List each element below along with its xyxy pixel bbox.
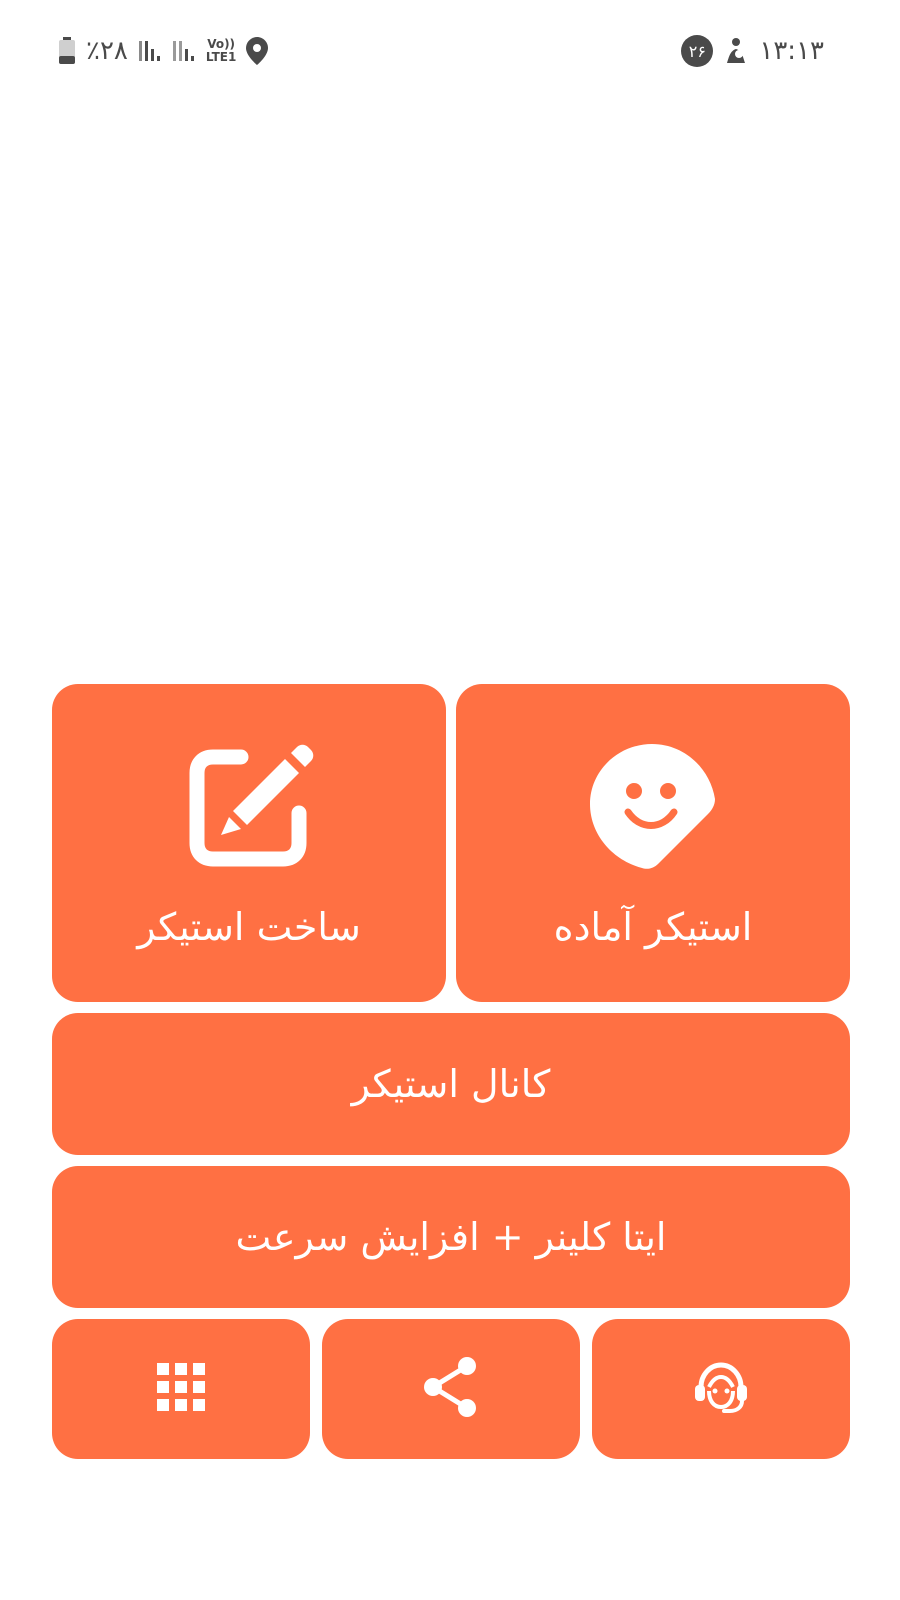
more-apps-button[interactable] <box>52 1319 310 1459</box>
location-icon <box>246 37 269 65</box>
cleaner-label: ایتا کلینر + افزایش سرعت <box>235 1215 667 1259</box>
cleaner-button[interactable]: ایتا کلینر + افزایش سرعت <box>52 1166 850 1308</box>
signal-icon-secondary <box>172 39 196 63</box>
sticker-channel-label: کانال استیکر <box>351 1062 551 1106</box>
sticker-smiley-icon <box>588 737 718 877</box>
clock: ۱۳:۱۳ <box>759 36 824 66</box>
support-button[interactable] <box>592 1319 850 1459</box>
make-sticker-label: ساخت استیکر <box>137 905 361 949</box>
battery-icon <box>58 37 76 65</box>
edit-pencil-icon <box>183 737 315 877</box>
share-button[interactable] <box>322 1319 580 1459</box>
notification-badge: ۲۶ <box>681 35 714 67</box>
signal-icon <box>138 39 162 63</box>
status-bar-right: ۲۶ ۱۳:۱۳ <box>681 34 824 68</box>
lte-label: LTE1 <box>205 50 237 64</box>
make-sticker-button[interactable]: ساخت استیکر <box>52 684 446 1002</box>
apps-grid-icon <box>157 1363 205 1415</box>
network-type-label: Vo)) LTE1 <box>206 38 236 64</box>
support-headset-icon <box>691 1357 751 1421</box>
app-notification-icon <box>723 37 749 65</box>
sticker-channel-button[interactable]: کانال استیکر <box>52 1013 850 1155</box>
battery-percent: ٪۲۸ <box>86 36 128 66</box>
ready-sticker-button[interactable]: استیکر آماده <box>456 684 850 1002</box>
status-bar: ٪۲۸ Vo)) LTE1 ۲۶ ۱۳:۱۳ <box>0 0 900 100</box>
ready-sticker-label: استیکر آماده <box>553 905 753 949</box>
status-bar-left: ٪۲۸ Vo)) LTE1 <box>58 34 269 68</box>
share-icon <box>421 1356 481 1422</box>
